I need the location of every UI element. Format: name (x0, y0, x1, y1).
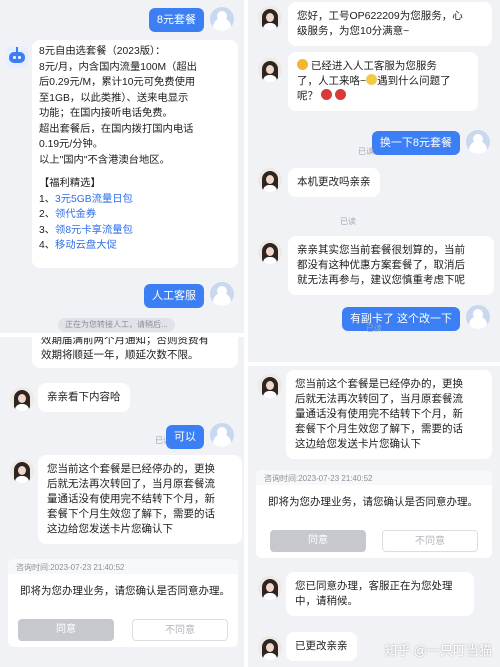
plan-line: 超出套餐后，在国内拨打国内电话 (39, 123, 194, 135)
sun-emoji-icon (297, 59, 308, 70)
benefit-link[interactable]: 领8元卡享流量包 (55, 225, 133, 236)
disagree-button[interactable]: 不同意 (132, 619, 228, 641)
read-status: 已读 (340, 217, 356, 226)
agent-avatar-icon (10, 387, 34, 411)
card-timestamp: 咨询时间:2023-07-23 21:40:52 (256, 470, 492, 485)
user-message-ok: 可以 (166, 425, 204, 449)
agent-welcome-message: 已经进入人工客服为您服务 了，人工来咯~ 遇到什么问题了 呢？ (288, 52, 478, 111)
agent-processing-message: 您已同意办理，客服正在为您处理 中，请稍候。 (286, 572, 474, 616)
confirmation-card: 咨询时间:2023-07-23 21:40:52 即将为您办理业务，请您确认是否… (8, 559, 238, 647)
bot-plan-details: 8元自由选套餐（2023版）： 8元/月，内含国内流量100M（超出 后0.29… (32, 40, 238, 268)
card-message: 即将为您办理业务，请您确认是否同意办理。 (268, 496, 478, 508)
agent-plan-warning-message: 您当前这个套餐是已经停办的，更换 后就无法再次转回了，当月原套餐流 量通话没有使… (38, 455, 242, 544)
agent-check-content-message: 亲亲看下内容哈 (38, 383, 130, 412)
user-avatar-icon (466, 305, 490, 329)
benefits-title: 【福利精选】 (39, 178, 101, 189)
agent-avatar-icon (258, 374, 282, 398)
benefit-link[interactable]: 3元5GB流量日包 (55, 194, 133, 205)
agent-changed-message: 已更改亲亲 (286, 632, 357, 661)
user-avatar-icon (210, 423, 234, 447)
chat-panel-1[interactable]: 8元套餐 8元自由选套餐（2023版）： 8元/月，内含国内流量100M（超出 … (0, 0, 244, 333)
benefit-link[interactable]: 领代金券 (55, 209, 96, 220)
agent-question-message: 本机更改吗亲亲 (288, 168, 380, 197)
agent-avatar-icon (258, 636, 282, 660)
chat-panel-2[interactable]: 您好，工号OP622209为您服务，心 级服务，为您10分满意~ 已经进入人工客… (248, 0, 500, 362)
sweat-emoji-icon (366, 74, 378, 85)
benefit-item: 1、3元5GB流量日包 (39, 193, 133, 205)
agent-greeting-message: 您好，工号OP622209为您服务，心 级服务，为您10分满意~ (288, 2, 492, 46)
plan-line: 后0.29元/M，累计10元可免费使用 (39, 77, 196, 88)
benefit-item: 3、领8元卡享流量包 (39, 224, 133, 236)
read-status: 已读 (358, 147, 374, 156)
plan-terms-continued: 效期届满前两个月通知；否则资费有 效期将顺延一年，顺延次数不限。 (32, 337, 238, 368)
robot-avatar-icon (6, 46, 28, 68)
benefit-link[interactable]: 移动云盘大促 (55, 240, 117, 251)
card-timestamp: 咨询时间:2023-07-23 21:40:52 (8, 559, 238, 574)
user-message-change-plan: 换一下8元套餐 (371, 131, 460, 155)
screenshot-collage: 8元套餐 8元自由选套餐（2023版）： 8元/月，内含国内流量100M（超出 … (0, 0, 500, 667)
rose-emoji-icon (334, 89, 346, 100)
benefit-item: 2、领代金券 (39, 209, 97, 220)
chat-panel-3[interactable]: 效期届满前两个月通知；否则资费有 效期将顺延一年，顺延次数不限。 亲亲看下内容哈… (0, 337, 244, 667)
benefit-item: 4、移动云盘大促 (39, 240, 117, 251)
card-message: 即将为您办理业务，请您确认是否同意办理。 (20, 585, 230, 597)
agree-button[interactable]: 同意 (270, 530, 366, 552)
plan-line: 8元/月，内含国内流量100M（超出 (39, 61, 197, 73)
agent-avatar-icon (10, 459, 34, 483)
plan-line: 功能；在国内接听电话免费。 (39, 108, 173, 119)
user-message-8yuan-plan: 8元套餐 (148, 8, 204, 32)
transfer-notice: 正在为您转接人工，请稍后... (58, 318, 175, 332)
agent-plan-warning-message: 您当前这个套餐是已经停办的，更换 后就无法再次转回了，当月原套餐流 量通话没有使… (286, 370, 492, 459)
user-message-secondary-card: 有副卡了 这个改一下 (341, 307, 460, 331)
user-avatar-icon (466, 130, 490, 154)
confirmation-card: 咨询时间:2023-07-23 21:40:52 即将为您办理业务，请您确认是否… (256, 470, 492, 558)
read-status: 已读 (366, 324, 382, 333)
agent-avatar-icon (258, 58, 282, 82)
rose-emoji-icon (320, 89, 332, 100)
user-message-human-agent: 人工客服 (144, 284, 204, 308)
agree-button[interactable]: 同意 (18, 619, 114, 641)
agent-avatar-icon (258, 168, 282, 192)
plan-line: 8元自由选套餐（2023版）： (39, 46, 166, 57)
agent-avatar-icon (258, 6, 282, 30)
user-avatar-icon (210, 282, 234, 306)
agent-avatar-icon (258, 576, 282, 600)
plan-line: 0.19元/分钟。 (39, 139, 104, 150)
user-avatar-icon (210, 7, 234, 31)
plan-line: 以上"国内"不含港澳台地区。 (39, 154, 170, 166)
plan-line: 至1GB，以此类推）、送来电显示 (39, 92, 189, 104)
agent-advice-message: 亲亲其实您当前套餐很划算的，当前 都没有这种优惠方案套餐了，取消后 就无法再参与… (288, 236, 494, 295)
agent-avatar-icon (258, 240, 282, 264)
chat-panel-4[interactable]: 可以 您当前这个套餐是已经停办的，更换 后就无法再次转回了，当月原套餐流 量通话… (248, 366, 500, 667)
zhihu-watermark: 知乎 @一只叮当猫 (384, 643, 492, 658)
disagree-button[interactable]: 不同意 (382, 530, 478, 552)
